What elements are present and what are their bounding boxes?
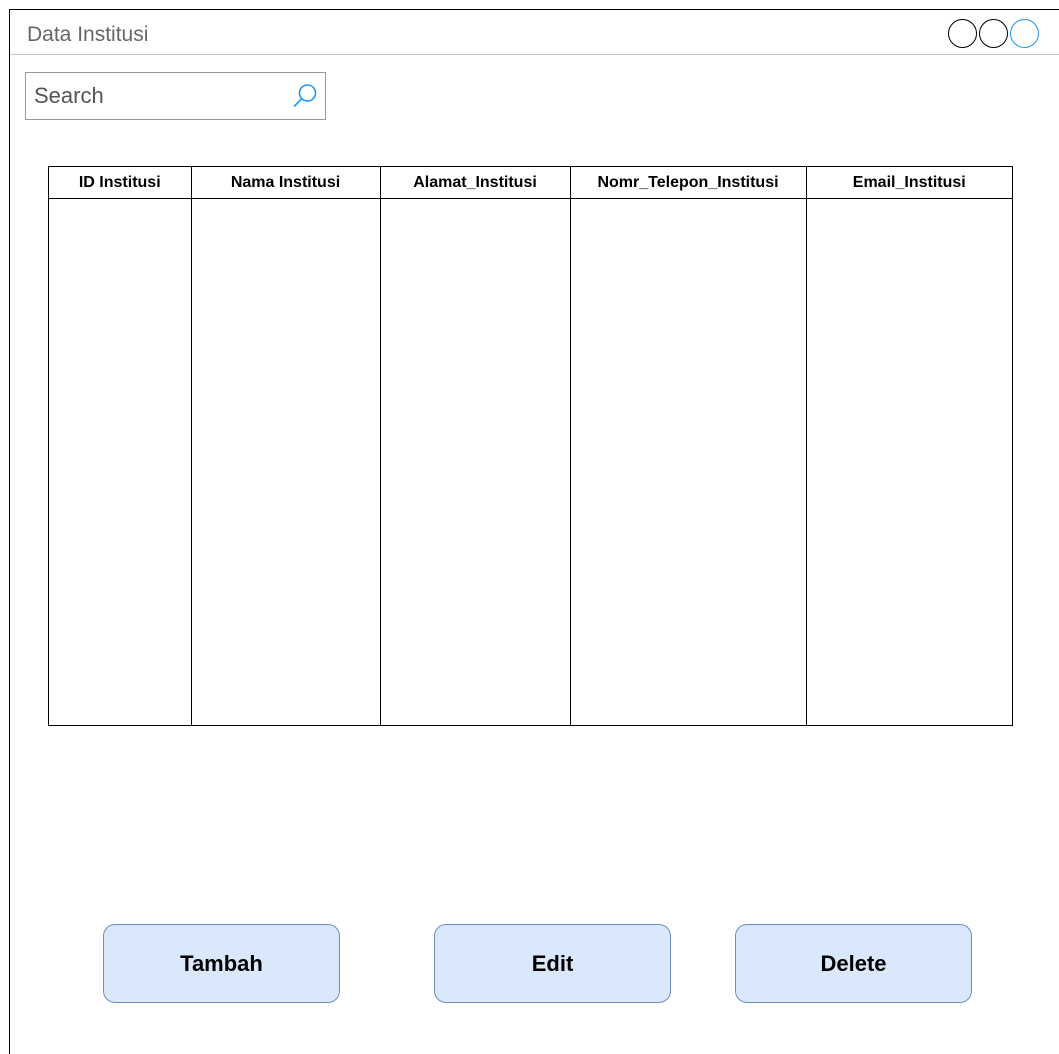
column-header-email[interactable]: Email_Institusi — [806, 167, 1012, 199]
table-cell-nama — [191, 198, 381, 725]
delete-button[interactable]: Delete — [735, 924, 972, 1003]
table-cell-email — [806, 199, 1012, 726]
edit-button[interactable]: Edit — [434, 924, 671, 1003]
data-grid: ID Institusi Nama Institusi Alamat_Insti… — [49, 167, 1012, 725]
column-header-alamat[interactable]: Alamat_Institusi — [380, 167, 571, 199]
table-cell-telepon — [570, 198, 807, 725]
table-header-row: ID Institusi Nama Institusi Alamat_Insti… — [49, 167, 1012, 199]
table-body-row — [49, 198, 1012, 726]
column-header-telepon[interactable]: Nomr_Telepon_Institusi — [570, 167, 807, 199]
window-control-2[interactable] — [979, 19, 1008, 48]
table-cell-alamat — [380, 198, 571, 725]
table-cell-id — [49, 198, 192, 725]
window-control-3[interactable] — [1010, 19, 1039, 48]
search-input[interactable] — [34, 73, 284, 119]
column-header-nama[interactable]: Nama Institusi — [191, 167, 381, 199]
search-box — [25, 72, 326, 120]
window-title: Data Institusi — [27, 23, 149, 46]
tambah-button[interactable]: Tambah — [103, 924, 340, 1003]
window-controls — [948, 19, 1041, 50]
column-header-id[interactable]: ID Institusi — [49, 167, 192, 199]
window-control-1[interactable] — [948, 19, 977, 48]
search-icon[interactable] — [291, 82, 319, 110]
title-bar: Data Institusi — [10, 10, 1059, 55]
institusi-table: ID Institusi Nama Institusi Alamat_Insti… — [48, 166, 1013, 726]
app-window: Data Institusi ID — [9, 9, 1059, 1054]
